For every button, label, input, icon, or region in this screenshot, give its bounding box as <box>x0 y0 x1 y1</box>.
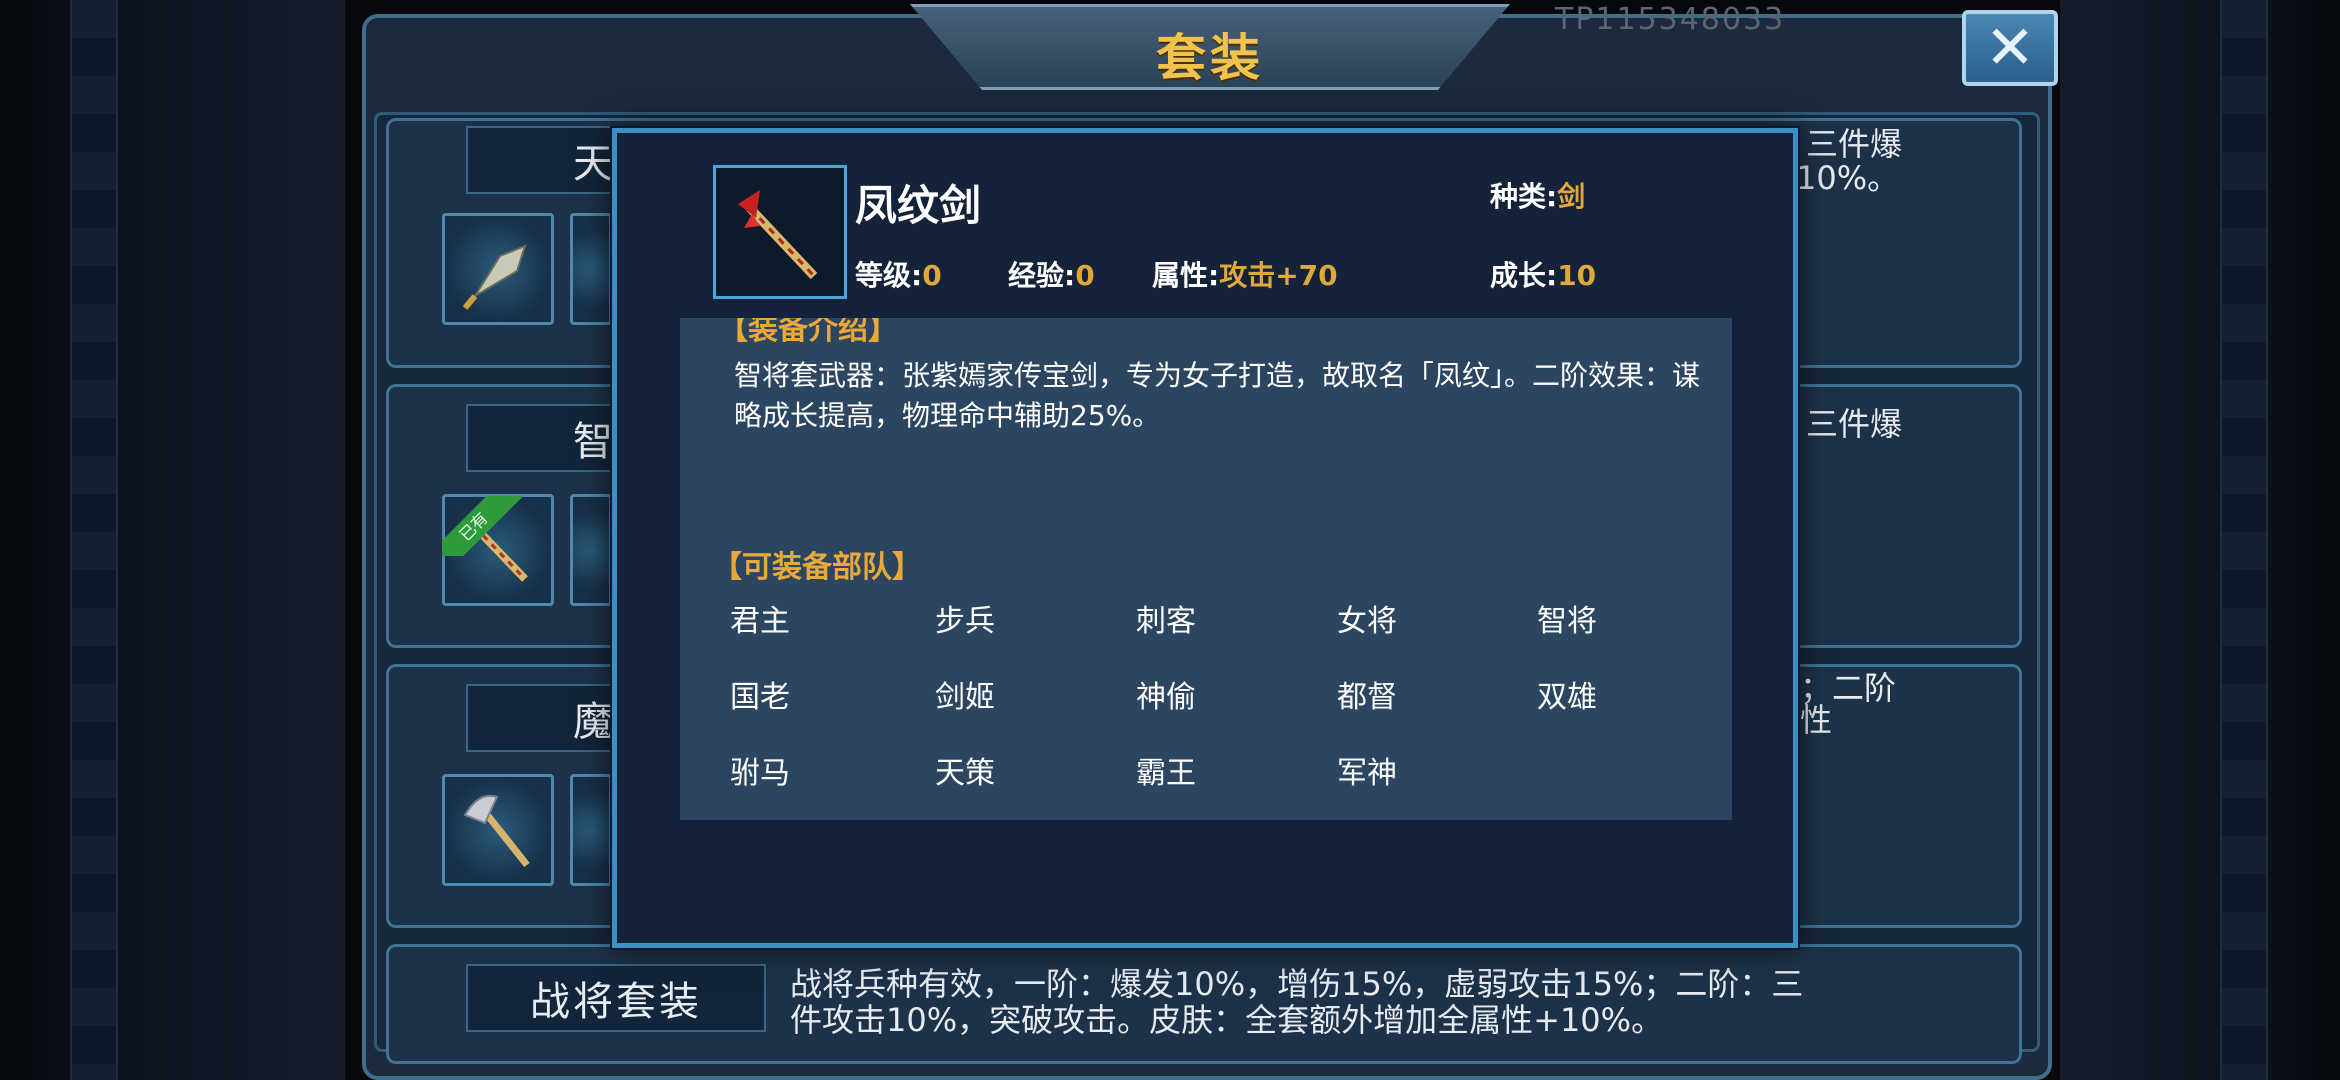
owned-badge: 已有 <box>442 496 522 556</box>
intro-header: 【装备介绍】 <box>718 318 898 347</box>
unit-name: 都督 <box>1337 680 1397 715</box>
item-exp-label: 经验: <box>1008 259 1076 292</box>
set-item-slot[interactable] <box>570 494 612 606</box>
background-left <box>0 0 345 1080</box>
set-desc-line: 件攻击10%，突破攻击。皮肤：全套额外增加全属性+10%。 <box>790 1001 1664 1039</box>
phoenix-sword-icon <box>738 190 818 280</box>
unit-name: 霸王 <box>1136 756 1196 791</box>
set-desc-fragment: 三件爆 <box>1806 405 1903 443</box>
item-exp: 经验:0 <box>1008 254 1095 294</box>
unit-name: 女将 <box>1337 604 1397 639</box>
set-desc-fragment: 10%。 <box>1796 159 1900 197</box>
item-level-label: 等级: <box>855 259 923 292</box>
set-desc-line: 战将兵种有效，一阶：爆发10%，增伤15%，虚弱攻击15%；二阶：三 <box>790 965 1804 1003</box>
background-right <box>2060 0 2340 1080</box>
unit-name: 军神 <box>1337 756 1397 791</box>
item-intro-text: 智将套武器：张紫嫣家传宝剑，专为女子打造，故取名「凤纹」。二阶效果：谋略成长提高… <box>734 359 1701 432</box>
close-icon: ✕ <box>1984 13 2036 83</box>
unit-name: 驸马 <box>730 756 790 791</box>
decorative-pillar-left <box>70 0 118 1080</box>
item-exp-value: 0 <box>1075 259 1095 292</box>
player-id-text: TP115348033 <box>1555 2 1786 37</box>
unit-name: 君主 <box>730 604 790 639</box>
set-desc-fragment: 三件爆 <box>1806 125 1903 163</box>
item-level: 等级:0 <box>855 254 942 294</box>
unit-name: 步兵 <box>935 604 995 639</box>
item-name: 凤纹剑 <box>855 181 982 230</box>
item-growth-value: 10 <box>1557 259 1597 292</box>
decorative-pillar-right <box>2220 0 2268 1080</box>
unit-name: 刺客 <box>1136 604 1196 639</box>
unit-name: 双雄 <box>1537 680 1597 715</box>
set-name: 战将套装 <box>466 964 766 1032</box>
window-title: 套装 <box>1156 29 1264 87</box>
set-item-slot[interactable] <box>442 774 554 886</box>
unit-name: 智将 <box>1537 604 1597 639</box>
item-growth: 成长:10 <box>1490 254 1596 294</box>
unit-name: 天策 <box>935 756 995 791</box>
set-item-slot[interactable] <box>570 774 612 886</box>
item-icon-frame <box>713 165 847 299</box>
close-button[interactable]: ✕ <box>1962 10 2058 86</box>
item-type-value: 剑 <box>1557 180 1586 213</box>
unit-name: 剑姬 <box>935 680 995 715</box>
item-attr: 属性:攻击+70 <box>1152 254 1338 294</box>
set-desc-fragment: 性 <box>1800 701 1833 739</box>
unit-name: 神偷 <box>1136 680 1196 715</box>
units-header: 【可装备部队】 <box>712 550 922 585</box>
set-item-slot[interactable] <box>442 213 554 325</box>
fan-weapon-icon <box>462 244 527 310</box>
item-growth-label: 成长: <box>1490 259 1558 292</box>
unit-name: 国老 <box>730 680 790 715</box>
item-attr-label: 属性: <box>1152 259 1220 292</box>
item-type: 种类:剑 <box>1490 175 1585 215</box>
item-attr-value: 攻击+70 <box>1219 259 1338 292</box>
intro-header-clip: 【装备介绍】 <box>680 318 1732 348</box>
set-item-slot[interactable] <box>570 213 612 325</box>
item-type-label: 种类: <box>1490 180 1558 213</box>
axe-icon <box>463 794 530 868</box>
item-level-value: 0 <box>922 259 942 292</box>
